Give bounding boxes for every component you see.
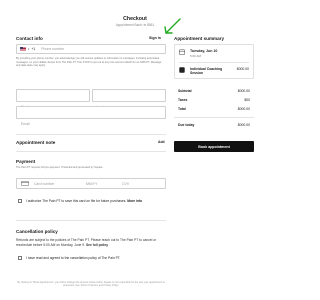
page-title: Checkout — [123, 16, 147, 22]
total-row: Total $000.00 — [178, 107, 250, 111]
book-appointment-button[interactable]: Book appointment — [174, 141, 254, 152]
cancellation-heading: Cancellation policy — [16, 229, 58, 234]
divider — [16, 134, 166, 135]
phone-input[interactable]: Phone number — [41, 47, 64, 51]
subtotal-row: Subtotal $000.00 — [178, 89, 250, 93]
summary-card: Tuesday, Jun 10 5:00 AM Individual Coach… — [174, 44, 254, 79]
divider — [16, 220, 166, 221]
first-name-field[interactable]: First name — [16, 89, 90, 109]
cancellation-text-block: Refunds are subject to the policies of T… — [16, 238, 166, 247]
total-value: $000.00 — [237, 107, 250, 111]
appointment-time: 5:00 AM — [190, 54, 202, 58]
appointment-date: Tuesday, Jun 10 — [190, 49, 218, 53]
divider — [179, 62, 249, 63]
cvv-input[interactable]: CVV — [122, 182, 129, 186]
email-field[interactable]: Email — [16, 106, 166, 126]
total-label: Total — [178, 107, 186, 111]
card-field[interactable]: Card number MM/YY CVV — [16, 178, 166, 189]
last-name-field[interactable]: Last name — [92, 89, 166, 109]
save-card-text: I authorize The Pain PT to save this car… — [26, 199, 127, 203]
service-price: $000.00 — [236, 66, 249, 71]
taxes-row: Taxes $00 — [178, 98, 250, 102]
divider — [16, 151, 166, 152]
taxes-label: Taxes — [178, 98, 188, 102]
country-code: +1 — [31, 47, 36, 51]
phone-field[interactable]: ▾ +1 Phone number — [16, 44, 166, 54]
agree-policy-label: I have read and agreed to the cancellati… — [26, 256, 121, 260]
expiry-input[interactable]: MM/YY — [86, 182, 122, 186]
pointer-arrow-icon — [164, 18, 181, 34]
credit-card-icon — [21, 181, 29, 186]
service-icon — [179, 66, 185, 73]
taxes-value: $00 — [244, 98, 250, 102]
price-breakdown: Subtotal $000.00 Taxes $00 Total $000.00 — [178, 89, 250, 111]
chevron-down-icon[interactable]: ▾ — [28, 48, 29, 51]
payment-heading: Payment — [16, 159, 36, 164]
payment-description: The Pain PT requires full pre-payment. P… — [16, 166, 104, 169]
calendar-icon — [179, 49, 185, 55]
save-card-checkbox[interactable] — [18, 199, 22, 203]
phone-consent-text: By providing your phone number, you ackn… — [16, 57, 162, 68]
contact-info-heading: Contact info — [16, 36, 43, 41]
see-full-policy-link[interactable]: See full policy — [86, 243, 108, 247]
card-number-input[interactable]: Card number — [34, 182, 86, 186]
service-name: Individual Coaching Session — [190, 66, 223, 75]
footer-disclaimer: By clicking on "Book Appointment", you w… — [17, 281, 165, 288]
subtotal-label: Subtotal — [178, 89, 192, 93]
sign-in-link[interactable]: Sign in — [149, 36, 161, 40]
subtotal-value: $000.00 — [237, 89, 250, 93]
us-flag-icon — [20, 47, 26, 51]
appointment-note-heading: Appointment note — [16, 140, 56, 145]
due-today-value: $000.00 — [237, 123, 250, 127]
page-subtitle: Appointment Bank: te $561 — [115, 23, 155, 27]
save-card-label: I authorize The Pain PT to save this car… — [26, 199, 166, 204]
more-info-link[interactable]: More info — [127, 199, 142, 203]
divider — [174, 117, 254, 118]
due-today-row: Due today $000.00 — [178, 123, 250, 127]
email-input[interactable]: Email — [21, 122, 30, 126]
due-today-label: Due today — [178, 123, 195, 127]
summary-heading: Appointment summary — [174, 36, 225, 41]
add-note-button[interactable]: Add — [158, 140, 165, 144]
agree-policy-checkbox[interactable] — [18, 256, 22, 260]
